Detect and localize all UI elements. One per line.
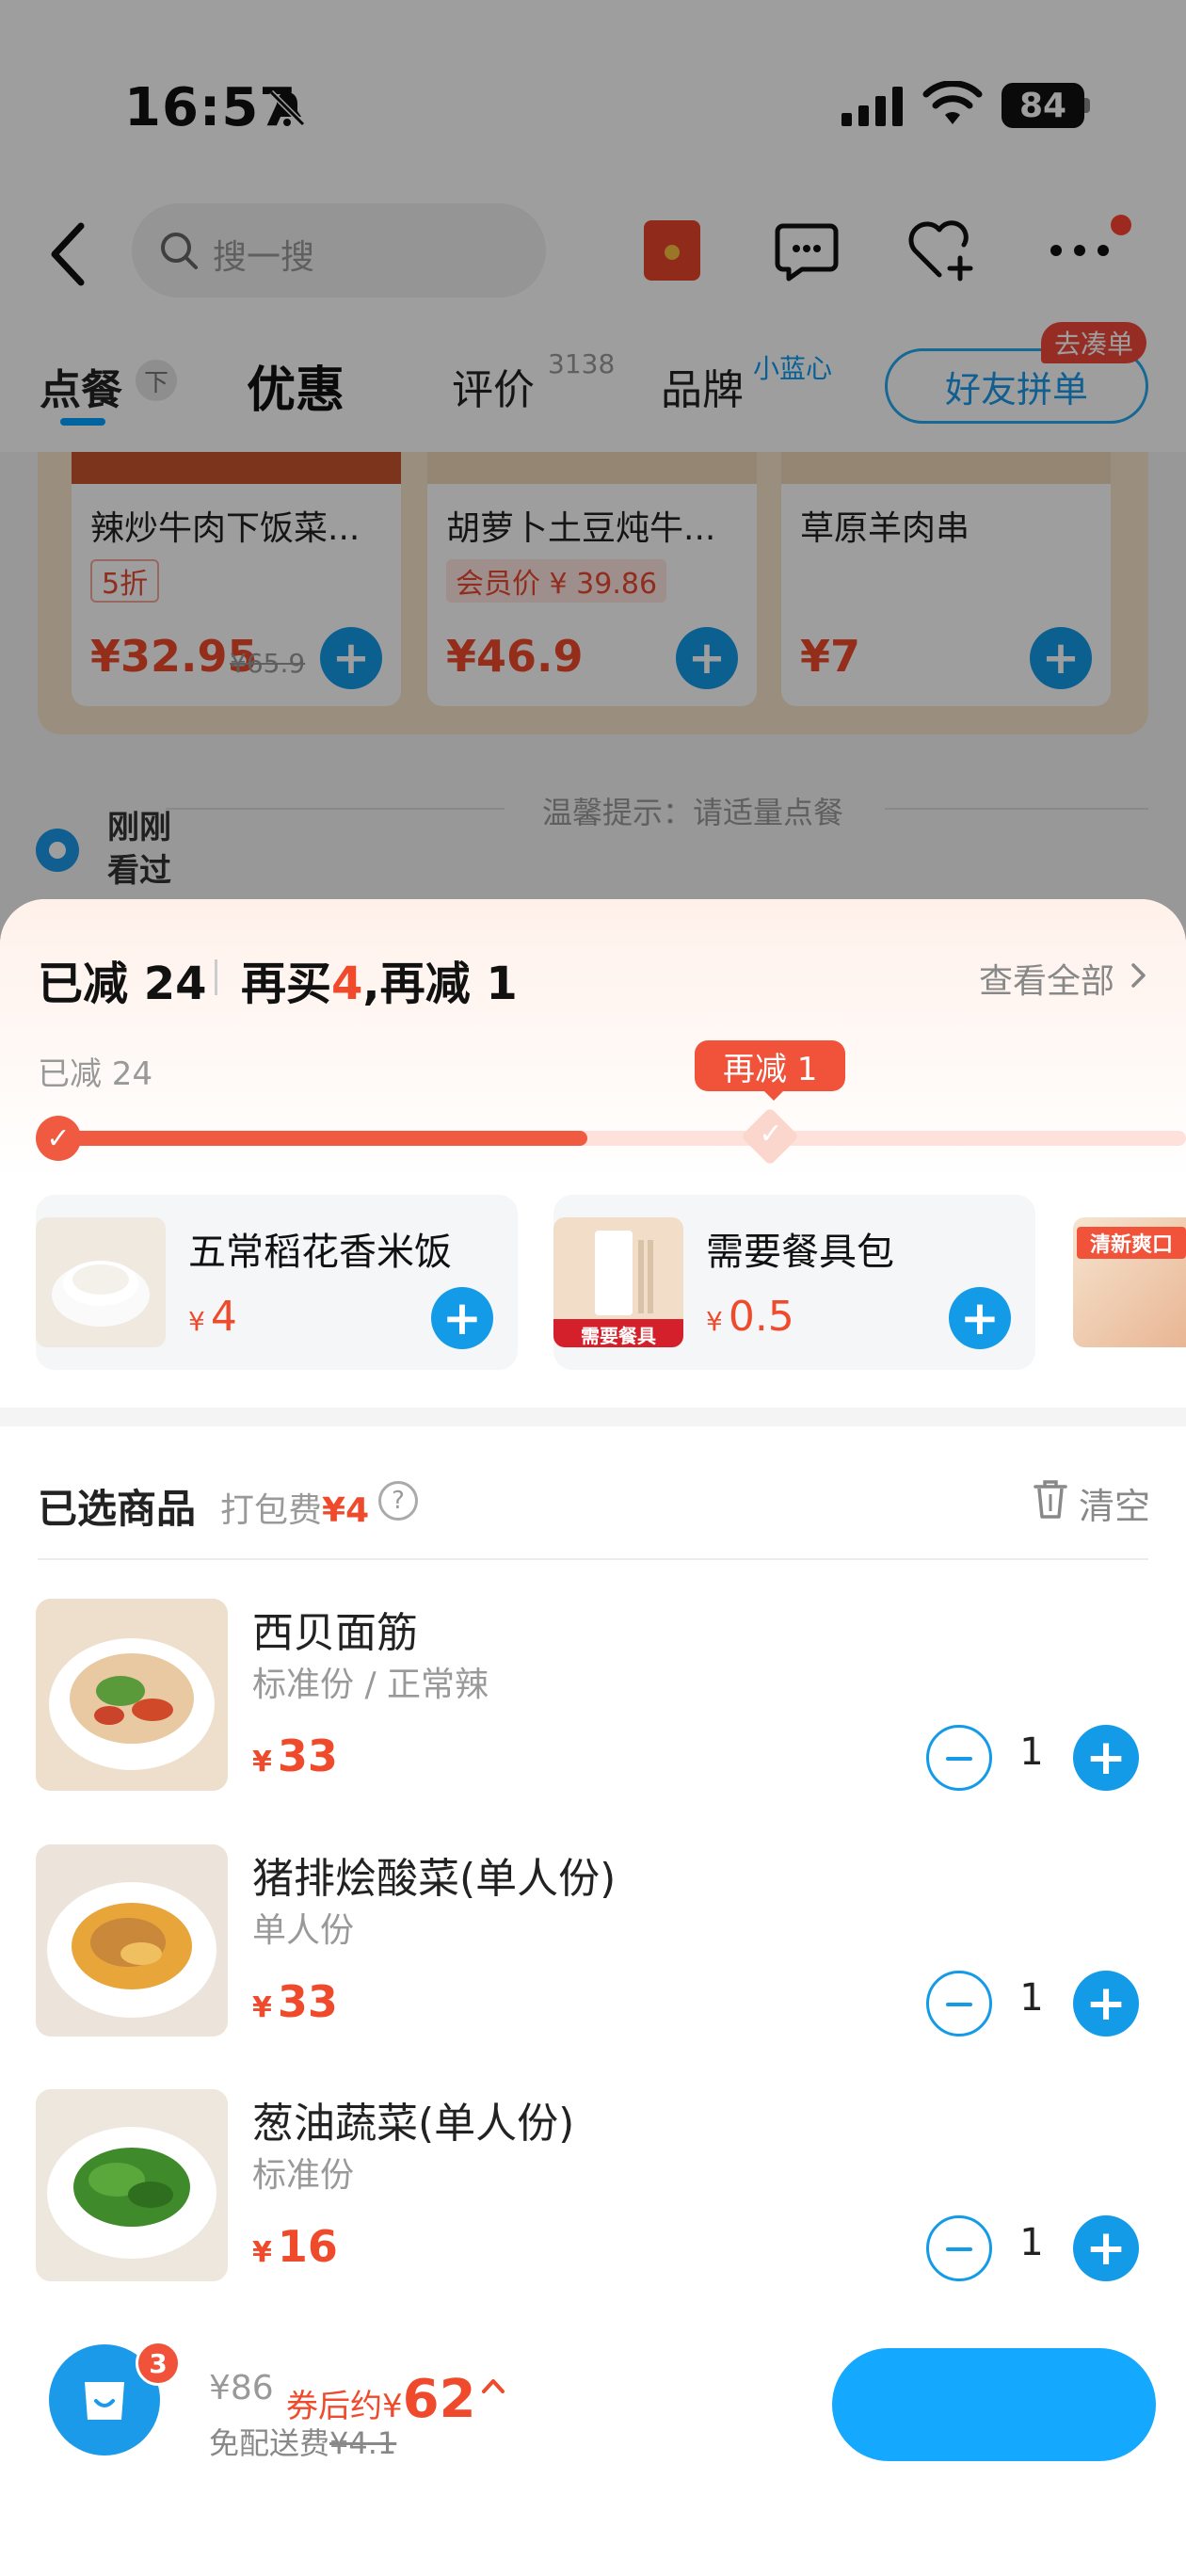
bubble-arrow xyxy=(762,1089,785,1101)
divider xyxy=(38,1558,1148,1560)
chevron-right-icon[interactable] xyxy=(1130,961,1148,990)
increase-quantity-button[interactable]: + xyxy=(1073,1725,1139,1791)
item-name: 西贝面筋 xyxy=(252,1609,418,1657)
increase-quantity-button[interactable]: + xyxy=(1073,2215,1139,2281)
upsell-partial-tag: 清新爽口 xyxy=(1077,1227,1186,1259)
item-price: ¥16 xyxy=(252,2221,338,2272)
item-image xyxy=(36,2089,228,2281)
add-button[interactable]: + xyxy=(949,1287,1011,1349)
item-name: 葱油蔬菜(单人份) xyxy=(252,2100,575,2148)
cart-item: 葱油蔬菜(单人份) 标准份 ¥16 1 + xyxy=(0,2089,1186,2296)
packing-fee-value: ¥4 xyxy=(322,1491,370,1530)
trash-icon[interactable] xyxy=(1032,1477,1069,1521)
item-spec: 单人份 xyxy=(252,1911,355,1950)
reduced-amount: 已减 24 xyxy=(38,958,207,1010)
separator xyxy=(215,959,217,995)
decrease-quantity-button[interactable] xyxy=(926,1725,992,1791)
upsell-price: ¥4 xyxy=(188,1293,237,1341)
item-price-value: 33 xyxy=(277,1976,338,2027)
next-reduce-bubble: 再减 1 xyxy=(695,1040,846,1091)
selected-items-title: 已选商品 xyxy=(38,1486,197,1532)
checkout-button[interactable] xyxy=(832,2348,1156,2461)
cutlery-pack-image: 需要餐具 xyxy=(553,1217,683,1347)
upsell-card[interactable]: 五常稻花香米饭 ¥4 + xyxy=(36,1195,518,1370)
item-price: ¥33 xyxy=(252,1976,338,2027)
original-total: ¥86 xyxy=(209,2369,274,2407)
progress-label: 已减 24 xyxy=(38,1055,153,1093)
cutlery-tag: 需要餐具 xyxy=(581,1325,656,1347)
item-quantity: 1 xyxy=(1019,1976,1044,2020)
upsell-price-value: 0.5 xyxy=(728,1293,794,1341)
item-spec: 标准份 xyxy=(252,2156,355,2195)
item-image xyxy=(36,1599,228,1791)
currency-symbol: ¥ xyxy=(188,1306,205,1337)
item-quantity: 1 xyxy=(1019,2221,1044,2264)
clear-cart-button[interactable]: 清空 xyxy=(1079,1477,1150,1529)
upsell-name: 需要餐具包 xyxy=(706,1231,894,1274)
section-divider xyxy=(0,1408,1186,1426)
buy-more-suffix: ,再减 1 xyxy=(362,958,518,1010)
increase-quantity-button[interactable]: + xyxy=(1073,1971,1139,2037)
add-button[interactable]: + xyxy=(431,1287,493,1349)
item-price-value: 33 xyxy=(277,1731,338,1781)
cart-item: 猪排烩酸菜(单人份) 单人份 ¥33 1 + xyxy=(0,1844,1186,2052)
delivery-fee: 免配送费¥4.1 xyxy=(209,2420,396,2463)
upsell-price-value: 4 xyxy=(210,1293,237,1341)
cart-count-badge: 3 xyxy=(136,2341,181,2386)
after-coupon-value: 62 xyxy=(402,2369,476,2430)
currency-symbol: ¥ xyxy=(706,1306,723,1337)
rice-image xyxy=(36,1217,166,1347)
upsell-price: ¥0.5 xyxy=(706,1293,794,1341)
caret-up-icon[interactable] xyxy=(480,2375,506,2397)
cart-item: 西贝面筋 标准份 / 正常辣 ¥33 1 + xyxy=(0,1599,1186,1806)
item-spec: 标准份 / 正常辣 xyxy=(252,1666,489,1704)
currency-symbol: ¥ xyxy=(252,1746,272,1779)
item-image xyxy=(36,1844,228,2037)
check-icon: ✓ xyxy=(36,1116,81,1161)
buy-more-prefix: 再买 xyxy=(241,958,332,1010)
buy-more-count: 4 xyxy=(331,958,363,1010)
item-price-value: 16 xyxy=(277,2221,338,2272)
progress-fill xyxy=(56,1131,587,1146)
decrease-quantity-button[interactable] xyxy=(926,1971,992,2037)
help-icon[interactable]: ? xyxy=(378,1481,418,1521)
decrease-quantity-button[interactable] xyxy=(926,2215,992,2281)
buy-more-hint: 再买4,再减 1 xyxy=(241,946,518,1012)
packing-fee: 打包费¥4 xyxy=(220,1483,369,1532)
see-all-link[interactable]: 查看全部 xyxy=(979,954,1114,1003)
delivery-original-fee: ¥4.1 xyxy=(329,2425,397,2461)
upsell-card[interactable]: 需要餐具 需要餐具包 ¥0.5 + xyxy=(553,1195,1035,1370)
item-quantity: 1 xyxy=(1019,1731,1044,1774)
currency-symbol: ¥ xyxy=(252,1991,272,2024)
packing-fee-label: 打包费 xyxy=(220,1491,323,1530)
delivery-label: 免配送费 xyxy=(209,2425,330,2461)
currency-symbol: ¥ xyxy=(252,2236,272,2269)
item-price: ¥33 xyxy=(252,1731,338,1781)
upsell-name: 五常稻花香米饭 xyxy=(188,1231,452,1274)
check-icon: ✓ xyxy=(759,1118,783,1151)
item-name: 猪排烩酸菜(单人份) xyxy=(252,1855,617,1903)
